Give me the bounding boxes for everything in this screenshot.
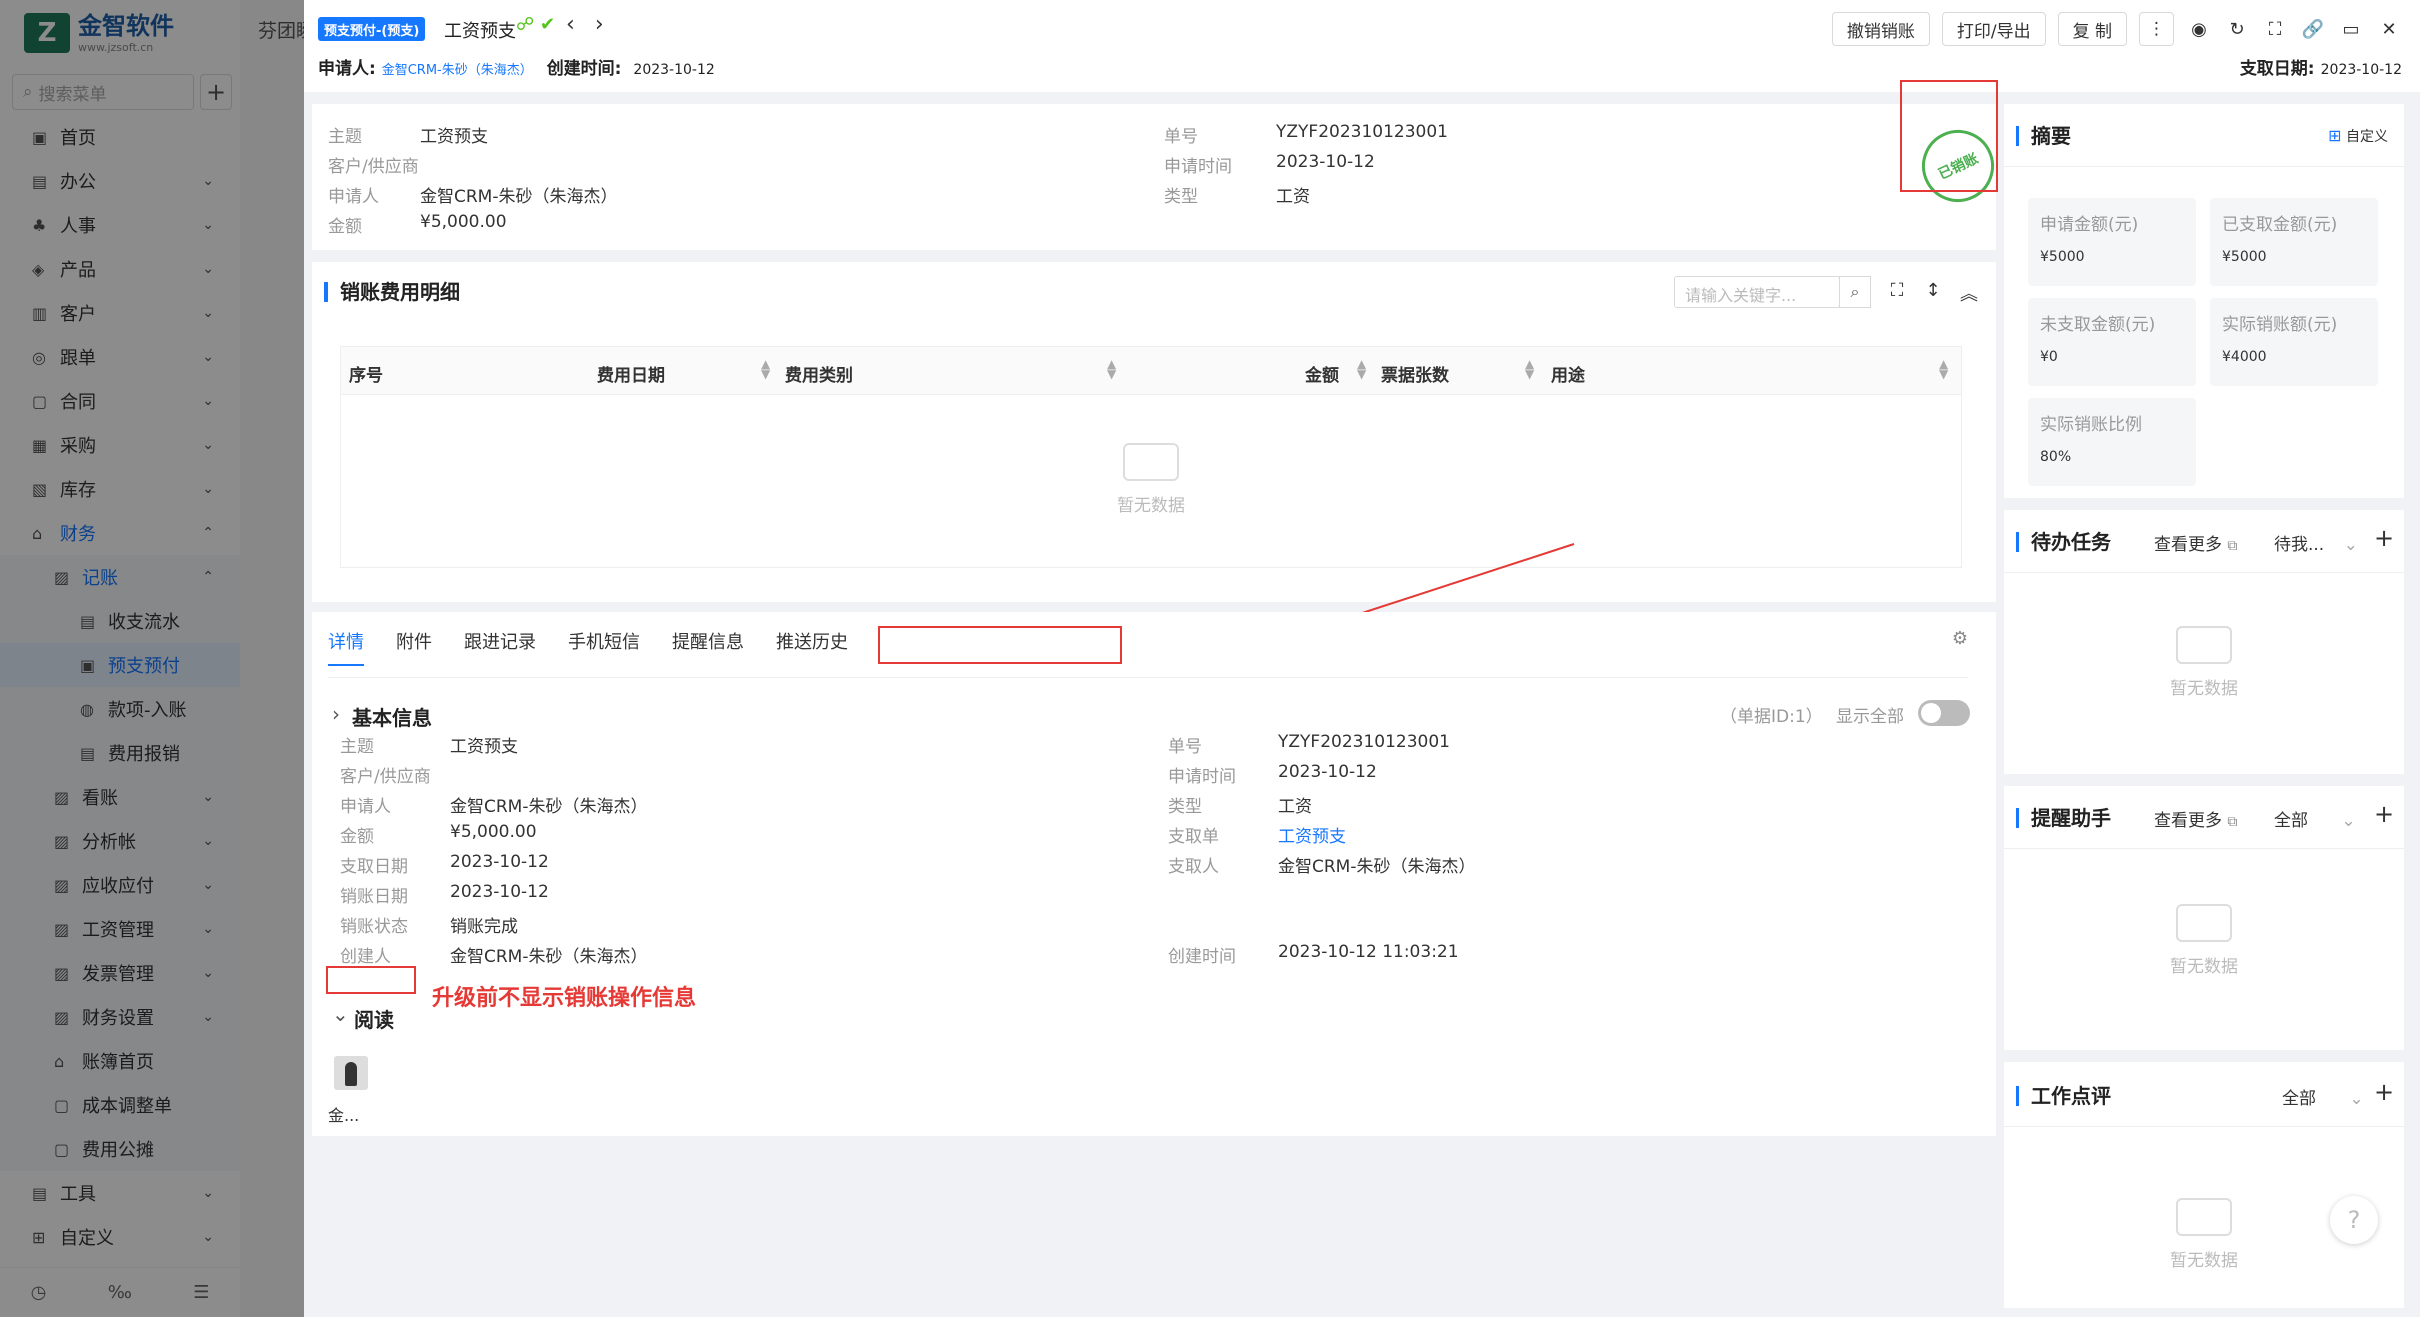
reminder-empty: 暂无数据 [2154,904,2254,977]
annotation-box-missing [326,966,416,994]
tab-followup[interactable]: 跟进记录 [464,628,536,654]
basic-field-label: 类型 [1168,797,1202,817]
review-filter-select[interactable]: 全部 ⌄ [2282,1084,2364,1109]
annotation-text: 升级前不显示销账操作信息 [432,985,697,1011]
basic-info-title[interactable]: 基本信息 [352,702,432,731]
stat-card[interactable]: 申请金额(元) ¥5000 [2028,198,2196,286]
stat-value: ¥5000 [2040,249,2085,265]
read-expander[interactable]: ⌄ [332,1002,349,1026]
stat-value: ¥4000 [2222,349,2267,365]
tab-push-history[interactable]: 推送历史 [776,628,848,654]
basic-field-value: ¥5,000.00 [450,822,537,842]
reminder-title: 提醒助手 [2016,808,2111,828]
basic-field-value: 销账完成 [450,917,518,937]
reader-name: 金... [328,1106,360,1125]
tab-sms[interactable]: 手机短信 [568,628,640,654]
empty-box-icon [2176,626,2232,664]
add-todo-button[interactable]: + [2374,524,2394,552]
review-panel: 工作点评 全部 ⌄ + 暂无数据 ? [2004,1062,2404,1308]
basic-field-label: 单号 [1168,737,1202,757]
source-doc-link[interactable]: 工资预支 [1278,822,1346,847]
tab-attachments[interactable]: 附件 [396,628,432,654]
doc-id: （单据ID:1） [1720,707,1823,727]
stat-label: 未支取金额(元) [2040,315,2156,335]
tab-detail[interactable]: 详情 [328,628,364,666]
basic-field-value: 金智CRM-朱砂（朱海杰） [450,797,648,817]
basic-field-value: 金智CRM-朱砂（朱海杰） [450,947,648,967]
basic-field-label: 申请时间 [1168,767,1236,787]
read-title[interactable]: 阅读 [354,1004,394,1033]
review-title: 工作点评 [2016,1086,2111,1106]
empty-box-icon [2176,1198,2232,1236]
external-icon: ⧉ [2227,538,2238,554]
reminder-filter-select[interactable]: 全部 ⌄ [2274,806,2356,831]
basic-field-label: 销账状态 [340,917,408,937]
show-all-toggle[interactable] [1918,700,1970,726]
todo-empty: 暂无数据 [2154,626,2254,699]
customize-button[interactable]: ⊞ 自定义 [2328,126,2388,146]
summary-panel: 摘要 ⊞ 自定义 申请金额(元) ¥5000 已支取金额(元) ¥5000 未支取金额(… [2004,104,2404,498]
basic-field-label: 创建时间 [1168,947,1236,967]
stat-label: 实际销账额(元) [2222,315,2338,335]
stat-value: 80% [2040,449,2072,465]
basic-field-value: 2023-10-12 [450,882,549,902]
add-reminder-button[interactable]: + [2374,800,2394,828]
add-review-button[interactable]: + [2374,1078,2394,1106]
todo-panel: 待办任务 查看更多 ⧉ 待我... ⌄ + 暂无数据 [2004,510,2404,774]
annotation-box-tab [878,626,1122,664]
basic-field-value: 工资 [1278,797,1312,817]
basic-field-label: 金额 [340,827,374,847]
stat-value: ¥0 [2040,349,2058,365]
basic-field-label: 销账日期 [340,887,408,907]
stat-label: 申请金额(元) [2040,215,2139,235]
detail-card: 详情 附件 跟进记录 手机短信 提醒信息 推送历史 ⚙ › 基本信息 （单据ID… [312,612,1996,1136]
external-icon: ⧉ [2227,814,2238,830]
stat-card[interactable]: 实际销账比例 80% [2028,398,2196,486]
basic-field-value: 2023-10-12 [450,852,549,872]
review-empty: 暂无数据 [2154,1198,2254,1271]
show-all-label: 显示全部 [1836,707,1904,727]
stat-card[interactable]: 已支取金额(元) ¥5000 [2210,198,2378,286]
basic-field-value: 金智CRM-朱砂（朱海杰） [1278,857,1476,877]
basic-field-label: 创建人 [340,947,391,967]
basic-field-value: 工资预支 [450,737,518,757]
basic-field-value: 2023-10-12 11:03:21 [1278,942,1459,962]
detail-tabs: 详情 附件 跟进记录 手机短信 提醒信息 推送历史 ⚙ [328,628,1968,678]
summary-panel-title: 摘要 [2016,126,2071,146]
detail-drawer: 预支预付-(预支) 工资预支 ☍ ✔ ‹› 申请人: 金智CRM-朱砂（朱海杰）… [304,0,2420,1317]
chevron-down-icon: ⌄ [2343,535,2358,555]
basic-field-label: 客户/供应商 [340,767,431,787]
modal-overlay[interactable] [0,0,304,1317]
todo-more-link[interactable]: 查看更多 ⧉ [2154,530,2237,555]
basic-field-label: 申请人 [340,797,391,817]
stat-card[interactable]: 未支取金额(元) ¥0 [2028,298,2196,386]
basic-info-expander[interactable]: › [332,702,340,726]
stat-card[interactable]: 实际销账额(元) ¥4000 [2210,298,2378,386]
basic-field-label: 支取日期 [340,857,408,877]
basic-field-label: 主题 [340,737,374,757]
stat-label: 已支取金额(元) [2222,215,2338,235]
chevron-down-icon: ⌄ [2341,811,2356,831]
todo-filter-select[interactable]: 待我... ⌄ [2274,530,2358,555]
basic-field-label: 支取人 [1168,857,1219,877]
reminder-more-link[interactable]: 查看更多 ⧉ [2154,806,2237,831]
tab-settings-icon[interactable]: ⚙ [1952,628,1968,649]
todo-title: 待办任务 [2016,532,2111,552]
reader-avatar[interactable] [334,1056,368,1090]
tab-reminders[interactable]: 提醒信息 [672,628,744,654]
basic-field-value: YZYF202310123001 [1278,732,1450,752]
stat-label: 实际销账比例 [2040,415,2142,435]
reminder-panel: 提醒助手 查看更多 ⧉ 全部 ⌄ + 暂无数据 [2004,786,2404,1050]
grid-icon: ⊞ [2328,126,2342,145]
basic-field-label: 支取单 [1168,827,1219,847]
empty-box-icon [2176,904,2232,942]
help-button[interactable]: ? [2330,1196,2378,1244]
stat-value: ¥5000 [2222,249,2267,265]
basic-field-value: 2023-10-12 [1278,762,1377,782]
chevron-down-icon: ⌄ [2349,1089,2364,1109]
